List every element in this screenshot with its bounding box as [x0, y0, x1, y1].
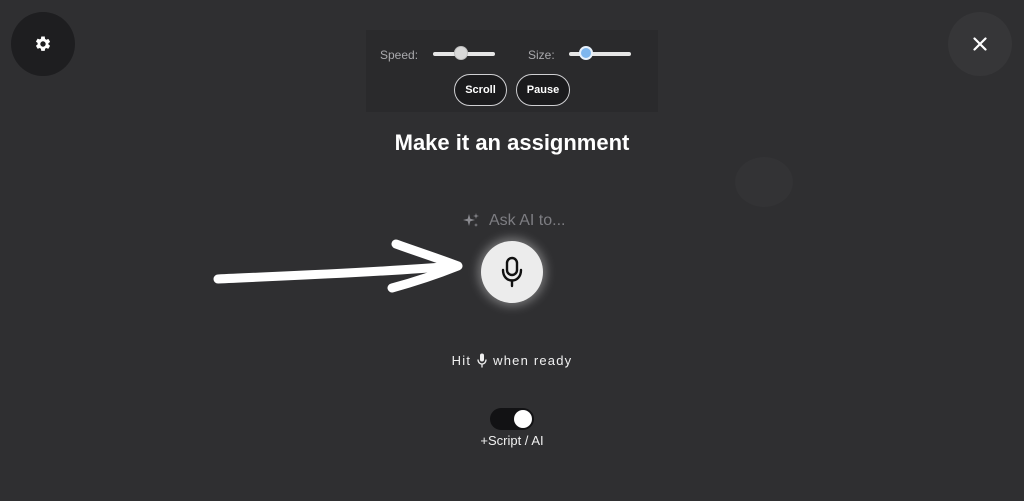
- ask-ai-placeholder: Ask AI to...: [489, 212, 566, 229]
- hint-text-after: when ready: [493, 353, 573, 368]
- speed-slider[interactable]: [433, 46, 495, 61]
- size-slider-thumb[interactable]: [579, 46, 594, 60]
- scroll-button[interactable]: Scroll: [454, 74, 507, 106]
- ask-ai-prompt[interactable]: Ask AI to...: [462, 212, 565, 230]
- close-icon: [973, 37, 987, 51]
- pause-button[interactable]: Pause: [516, 74, 570, 106]
- record-hint: Hit when ready: [0, 353, 1024, 368]
- speed-slider-thumb[interactable]: [453, 46, 468, 60]
- microphone-icon: [501, 256, 523, 288]
- size-slider[interactable]: [569, 46, 631, 61]
- script-ai-toggle[interactable]: [490, 408, 534, 430]
- gear-icon: [35, 36, 51, 51]
- arrow-right-icon: [213, 239, 463, 293]
- background-ghost-circle: [735, 157, 793, 207]
- hint-text-before: Hit: [451, 353, 472, 368]
- page-title: Make it an assignment: [394, 130, 630, 155]
- teleprompter-controls: Speed: Size: Scroll Pause: [366, 30, 658, 112]
- size-label: Size:: [528, 48, 555, 62]
- settings-button[interactable]: [11, 12, 75, 76]
- close-button[interactable]: [948, 12, 1012, 76]
- sparkles-icon: [463, 213, 479, 227]
- toggle-knob: [514, 410, 532, 428]
- speed-label: Speed:: [380, 48, 419, 62]
- microphone-icon: [477, 353, 487, 368]
- microphone-button[interactable]: [481, 241, 543, 303]
- toggle-label: +Script / AI: [480, 433, 544, 448]
